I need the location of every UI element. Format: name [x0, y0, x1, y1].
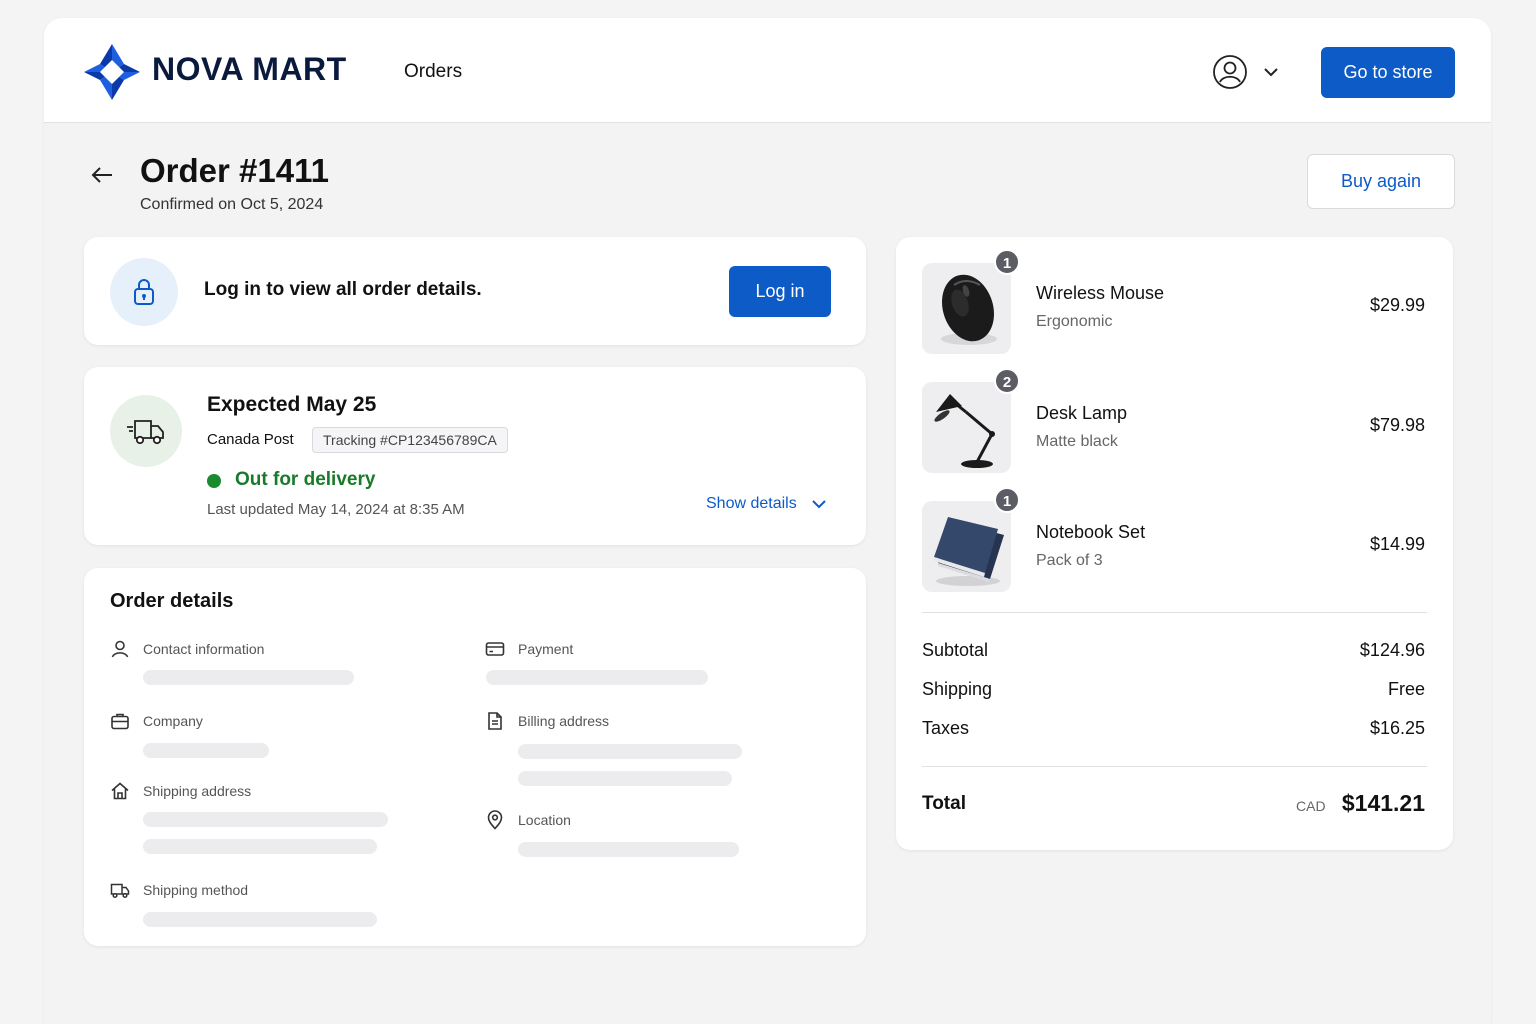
wireless-mouse-image: [922, 263, 1011, 354]
billing-address-placeholder-line-1: [518, 744, 742, 759]
order-details-title: Order details: [110, 590, 234, 612]
contact-information-label: Contact information: [143, 641, 265, 657]
item-price: $79.98: [1369, 415, 1425, 435]
contact-information-placeholder: [143, 670, 354, 685]
nav-orders-link[interactable]: Orders: [404, 61, 462, 83]
subtotal-label: Subtotal: [922, 640, 989, 660]
order-title: Order #1411: [140, 152, 329, 189]
total-currency: CAD: [1296, 798, 1326, 814]
nova-mart-logo-icon[interactable]: [82, 42, 142, 102]
delivery-truck-icon: [110, 883, 130, 899]
login-message: Log in to view all order details.: [204, 279, 482, 300]
total-label: Total: [922, 793, 966, 814]
shipping-label: Shipping: [922, 679, 993, 699]
taxes-value: $16.25: [1369, 718, 1425, 738]
app-frame: NOVA MART Orders Go to store Order #1411…: [44, 18, 1491, 1024]
payment-label: Payment: [518, 641, 574, 657]
item-variant: Pack of 3: [1036, 552, 1103, 569]
go-to-store-button[interactable]: Go to store: [1321, 47, 1455, 98]
expected-delivery-date: Expected May 25: [207, 393, 377, 416]
company-label: Company: [143, 713, 203, 729]
delivery-status-text: Out for delivery: [235, 469, 376, 490]
person-icon: [111, 640, 129, 658]
location-label: Location: [518, 812, 571, 828]
item-variant: Ergonomic: [1036, 313, 1113, 330]
brand-name: NOVA MART: [152, 51, 347, 87]
back-arrow-icon[interactable]: [88, 161, 116, 189]
quantity-badge: 1: [994, 249, 1020, 275]
home-icon: [111, 782, 129, 800]
shipping-method-placeholder: [143, 912, 377, 927]
order-confirmed-date: Confirmed on Oct 5, 2024: [140, 196, 324, 213]
item-name: Notebook Set: [1036, 522, 1146, 542]
shipping-address-label: Shipping address: [143, 783, 252, 799]
item-price: $14.99: [1369, 534, 1425, 554]
shipping-address-placeholder-line-1: [143, 812, 388, 827]
total-divider: [922, 766, 1427, 767]
status-dot: [207, 474, 221, 488]
briefcase-icon: [111, 713, 129, 730]
carrier-name: Canada Post: [207, 431, 294, 448]
user-avatar-icon: [1213, 55, 1247, 89]
show-details-toggle[interactable]: Show details: [706, 495, 827, 513]
shipping-value: Free: [1387, 679, 1425, 699]
account-menu-button[interactable]: [1212, 52, 1292, 92]
log-in-button[interactable]: Log in: [729, 266, 831, 317]
taxes-label: Taxes: [922, 718, 970, 738]
shipping-address-placeholder-line-2: [143, 839, 377, 854]
lock-badge: [110, 258, 178, 326]
delivery-badge: [110, 395, 182, 467]
receipt-icon: [488, 712, 502, 730]
payment-placeholder: [486, 670, 708, 685]
order-details-card: Order details Contact information Compan…: [84, 568, 866, 946]
top-header: NOVA MART Orders Go to store: [44, 18, 1491, 123]
delivery-status-card: Expected May 25 Canada Post Tracking #CP…: [84, 367, 866, 545]
delivery-truck-icon: [127, 420, 164, 445]
item-variant: Matte black: [1036, 433, 1118, 450]
lock-icon: [134, 279, 154, 305]
tracking-number-badge[interactable]: Tracking #CP123456789CA: [312, 427, 508, 453]
buy-again-button[interactable]: Buy again: [1307, 154, 1455, 209]
show-details-label: Show details: [706, 495, 797, 512]
chevron-down-icon: [1264, 68, 1278, 77]
item-name: Desk Lamp: [1036, 403, 1128, 423]
subtotal-value: $124.96: [1359, 640, 1425, 660]
billing-address-label: Billing address: [518, 713, 610, 729]
login-prompt-card: Log in to view all order details. Log in: [84, 237, 866, 345]
shipping-method-label: Shipping method: [143, 882, 249, 898]
billing-address-placeholder-line-2: [518, 771, 732, 786]
desk-lamp-image: [922, 382, 1011, 473]
quantity-badge: 1: [994, 487, 1020, 513]
quantity-badge: 2: [994, 368, 1020, 394]
chevron-down-icon: [812, 500, 826, 509]
last-updated-text: Last updated May 14, 2024 at 8:35 AM: [207, 501, 465, 518]
total-value: $141.21: [1341, 790, 1425, 816]
notebook-set-image: [922, 501, 1011, 592]
location-pin-icon: [487, 810, 503, 830]
location-placeholder: [518, 842, 739, 857]
item-price: $29.99: [1369, 295, 1425, 315]
company-placeholder: [143, 743, 269, 758]
credit-card-icon: [485, 642, 505, 656]
order-summary-card: 1 Wireless Mouse Ergonomic $29.99 2 Desk…: [896, 237, 1453, 850]
item-name: Wireless Mouse: [1036, 283, 1165, 303]
summary-divider: [922, 612, 1427, 613]
